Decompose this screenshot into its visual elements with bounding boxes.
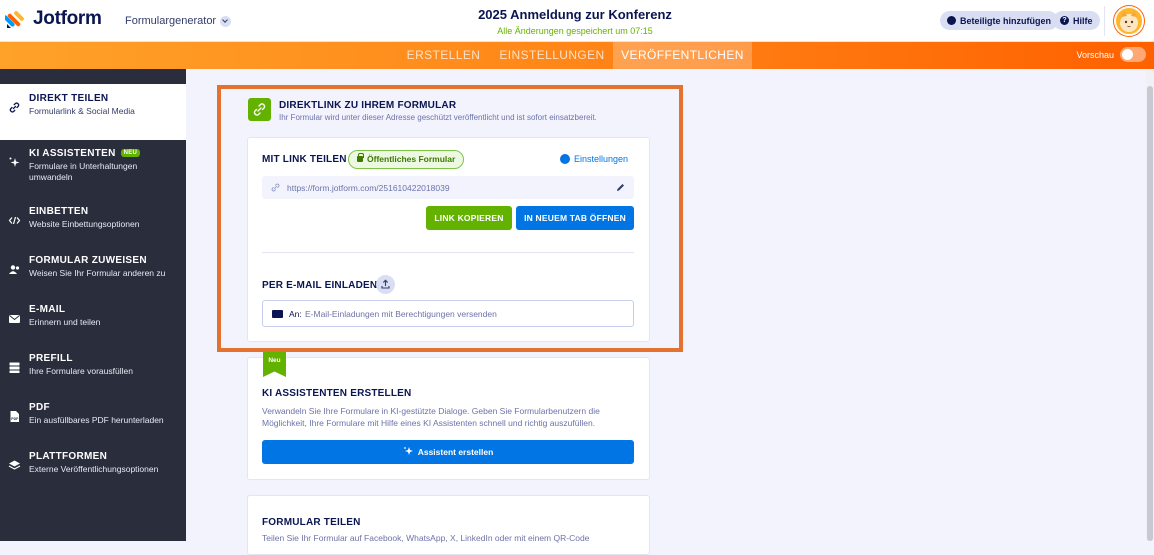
- sparkle-icon: [403, 447, 413, 455]
- share-form-title: FORMULAR TEILEN: [262, 517, 361, 528]
- share-form-desc: Teilen Sie Ihr Formular auf Facebook, Wh…: [262, 533, 590, 543]
- sparkle-icon: [9, 157, 20, 167]
- scrollbar-thumb[interactable]: [1147, 86, 1153, 541]
- builder-dropdown[interactable]: Formulargenerator: [117, 11, 239, 31]
- form-title[interactable]: 2025 Anmeldung zur Konferenz: [400, 7, 750, 22]
- sidebar-item-plattformen[interactable]: PLATTFORMEN Externe Veröffentlichungsopt…: [0, 442, 186, 498]
- sidebar-item-ki-assistenten[interactable]: KI ASSISTENTEN NEU Formulare in Unterhalt…: [0, 139, 186, 199]
- sidebar-item-desc: Ein ausfüllbares PDF herunterladen: [29, 415, 164, 425]
- jotform-logo[interactable]: Jotform: [5, 8, 102, 30]
- add-participants-button[interactable]: Beteiligte hinzufügen: [940, 11, 1058, 30]
- sidebar-item-einbetten[interactable]: EINBETTEN Website Einbettungsoptionen: [0, 197, 186, 253]
- sidebar-item-title: PDF: [29, 402, 50, 413]
- sidebar-item-title: FORMULAR ZUWEISEN: [29, 255, 147, 266]
- publish-sidebar: DIREKT TEILEN Formularlink & Social Medi…: [0, 69, 186, 541]
- ki-card-title: KI ASSISTENTEN ERSTELLEN: [262, 388, 412, 399]
- layers-icon: [8, 460, 21, 470]
- svg-text:PDF: PDF: [11, 417, 19, 421]
- sidebar-item-title: E-MAIL: [29, 304, 66, 315]
- help-button[interactable]: ? Hilfe: [1053, 11, 1100, 30]
- envelope-icon: [9, 315, 20, 323]
- top-bar: Jotform Formulargenerator 2025 Anmeldung…: [0, 0, 1154, 42]
- new-ribbon-label: Neu: [268, 357, 281, 364]
- sidebar-item-formular-zuweisen[interactable]: FORMULAR ZUWEISEN Weisen Sie Ihr Formula…: [0, 246, 186, 302]
- prefill-icon: [9, 362, 20, 373]
- sidebar-item-title: KI ASSISTENTEN NEU: [29, 148, 141, 159]
- sidebar-item-email[interactable]: E-MAIL Erinnern und teilen: [0, 295, 186, 351]
- sidebar-item-title: PREFILL: [29, 353, 73, 364]
- preview-toggle[interactable]: [1120, 47, 1146, 62]
- avatar-cat-icon: [1120, 11, 1138, 32]
- tab-veroeffentlichen[interactable]: VERÖFFENTLICHEN: [613, 42, 752, 69]
- sidebar-item-desc: Formulare in Unterhaltungen umwandeln: [29, 161, 138, 182]
- sidebar-item-title: PLATTFORMEN: [29, 451, 108, 462]
- sidebar-item-desc: Website Einbettungsoptionen: [29, 219, 140, 229]
- preview-toggle-area: Vorschau: [1076, 47, 1146, 62]
- ki-card-desc: Verwandeln Sie Ihre Formulare in KI-gest…: [262, 406, 600, 428]
- tab-erstellen[interactable]: ERSTELLEN: [401, 42, 486, 69]
- pdf-icon: PDF: [10, 411, 19, 422]
- code-icon: [8, 216, 21, 225]
- save-status: Alle Änderungen gespeichert um 07:15: [497, 26, 653, 36]
- help-icon: ?: [1060, 16, 1069, 25]
- user-icon: [947, 16, 956, 25]
- content-scrollbar[interactable]: [1146, 69, 1154, 541]
- jotform-logo-icon: [5, 11, 24, 28]
- sidebar-item-direkt-teilen[interactable]: DIREKT TEILEN Formularlink & Social Medi…: [0, 84, 186, 140]
- highlight-frame: [217, 85, 683, 352]
- tab-einstellungen[interactable]: EINSTELLUNGEN: [495, 42, 609, 69]
- sidebar-item-desc: Ihre Formulare vorausfüllen: [29, 366, 133, 376]
- sidebar-item-pdf[interactable]: PDF PDF Ein ausfüllbares PDF herunterlad…: [0, 393, 186, 449]
- builder-label: Formulargenerator: [125, 15, 217, 27]
- main-nav: ERSTELLEN EINSTELLUNGEN VERÖFFENTLICHEN …: [0, 42, 1154, 69]
- create-assistant-label: Assistent erstellen: [417, 447, 494, 457]
- link-icon: [9, 102, 20, 113]
- users-icon: [9, 265, 20, 274]
- chevron-down-icon: [220, 15, 232, 27]
- logo-text: Jotform: [33, 8, 102, 29]
- add-participants-label: Beteiligte hinzufügen: [960, 15, 1051, 26]
- help-label: Hilfe: [1073, 15, 1093, 26]
- sidebar-item-desc: Weisen Sie Ihr Formular anderen zu: [29, 268, 166, 278]
- sidebar-item-title: EINBETTEN: [29, 206, 89, 217]
- sidebar-item-title: DIREKT TEILEN: [29, 93, 109, 104]
- header-divider: [1104, 6, 1105, 36]
- avatar[interactable]: [1114, 6, 1144, 36]
- sidebar-item-title-text: KI ASSISTENTEN: [29, 148, 116, 159]
- new-badge: NEU: [120, 149, 141, 157]
- sidebar-item-desc: Externe Veröffentlichungsoptionen: [29, 464, 159, 474]
- sidebar-item-prefill[interactable]: PREFILL Ihre Formulare vorausfüllen: [0, 344, 186, 400]
- preview-label: Vorschau: [1076, 49, 1114, 60]
- form-title-area: 2025 Anmeldung zur Konferenz Alle Änderu…: [400, 7, 750, 36]
- create-assistant-button[interactable]: Assistent erstellen: [262, 440, 634, 464]
- sidebar-item-desc: Erinnern und teilen: [29, 317, 101, 327]
- sidebar-item-desc: Formularlink & Social Media: [29, 106, 135, 116]
